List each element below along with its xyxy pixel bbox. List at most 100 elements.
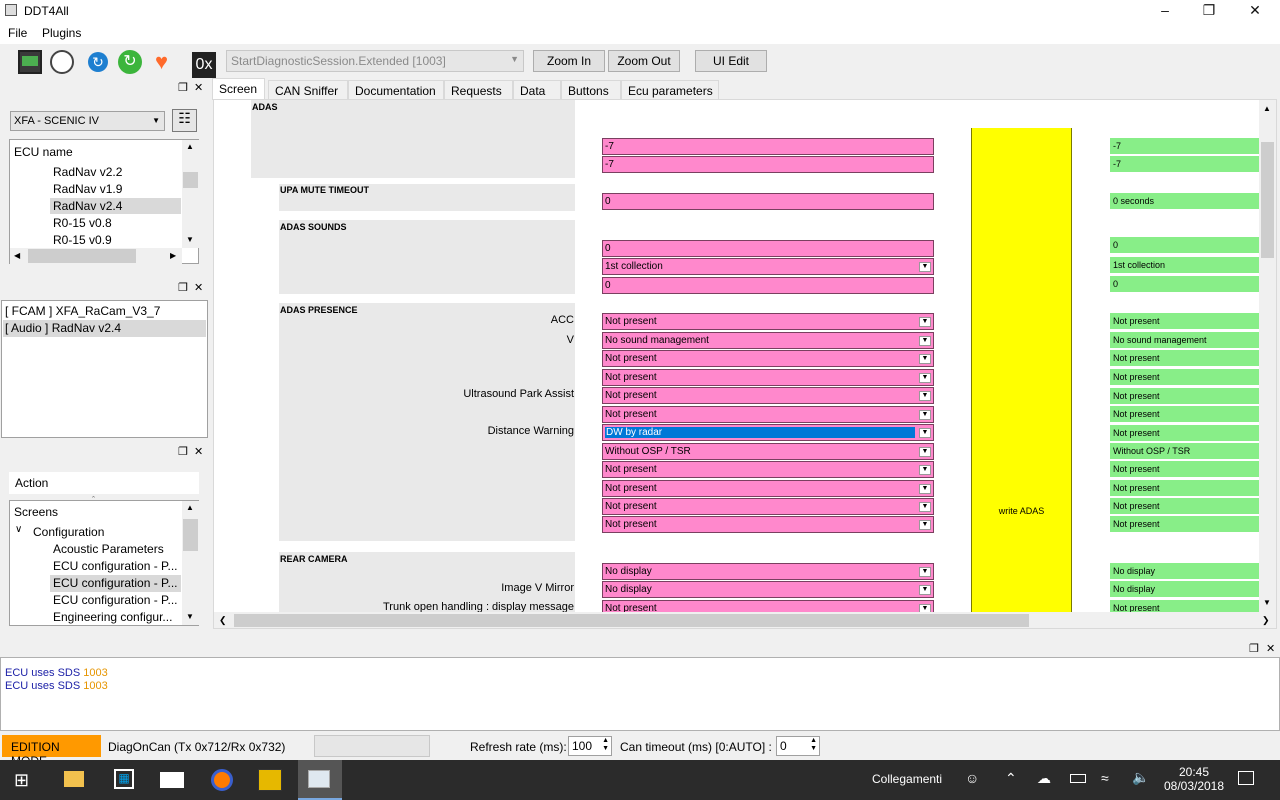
presence-select[interactable]: Not present ▼ — [602, 516, 934, 533]
horizontal-scrollbar[interactable]: ❮ ❯ — [214, 612, 1276, 628]
value-input[interactable]: -7 — [602, 156, 934, 173]
close-icon[interactable]: ✕ — [194, 281, 203, 294]
loaded-ecu-list[interactable]: [ FCAM ] XFA_RaCam_V3_7 [ Audio ] RadNav… — [1, 300, 208, 438]
close-icon[interactable]: ✕ — [194, 81, 203, 94]
value-input[interactable]: -7 — [602, 138, 934, 155]
clock[interactable]: 20:45 08/03/2018 — [1162, 765, 1226, 793]
tree-item[interactable]: ECU configuration - P... — [53, 559, 178, 573]
presence-select[interactable]: Not present ▼ — [602, 406, 934, 423]
acc-select[interactable]: Not present ▼ — [602, 313, 934, 330]
expand-chevron-icon[interactable]: ∨ — [15, 524, 22, 535]
tree-item[interactable]: Engineering configur... — [53, 610, 172, 624]
sound-management-select[interactable]: No sound management ▼ — [602, 332, 934, 349]
zoom-in-button[interactable]: Zoom In — [533, 50, 605, 72]
maximize-button[interactable]: ❐ — [1199, 2, 1219, 19]
scan-search-button[interactable]: ☷ — [172, 109, 197, 132]
list-item-selected[interactable]: RadNav v2.4 — [50, 198, 181, 214]
tab-ecu-parameters[interactable]: Ecu parameters — [621, 80, 719, 100]
list-item[interactable]: RadNav v2.2 — [53, 165, 122, 179]
windows-start-icon[interactable]: ⊞ — [14, 771, 32, 789]
ultrasound-park-assist-select[interactable]: Not present ▼ — [602, 387, 934, 404]
refresh-icon[interactable]: ↻ — [88, 52, 108, 72]
heart-monitor-icon[interactable]: ♥ — [155, 50, 179, 74]
scroll-thumb[interactable] — [183, 172, 198, 188]
close-button[interactable]: ✕ — [1245, 2, 1265, 19]
monitor-icon[interactable] — [18, 50, 42, 74]
refresh-rate-spinbox[interactable]: 100 ▲ ▼ — [568, 736, 612, 756]
list-item[interactable]: [ FCAM ] XFA_RaCam_V3_7 — [5, 304, 160, 318]
osp-tsr-select[interactable]: Without OSP / TSR ▼ — [602, 443, 934, 460]
ddt4all-taskbar-item[interactable] — [298, 760, 342, 800]
spinner-arrows-icon[interactable]: ▲ ▼ — [810, 737, 817, 753]
write-adas-button[interactable]: write ADAS — [971, 128, 1072, 628]
spinner-arrows-icon[interactable]: ▲ ▼ — [602, 737, 609, 753]
screens-tree[interactable]: Screens ∨ Configuration Acoustic Paramet… — [9, 500, 199, 626]
sound-collection-select[interactable]: 1st collection ▼ — [602, 258, 934, 275]
scroll-right-icon[interactable]: ▶ — [170, 251, 176, 260]
horizontal-scrollbar[interactable]: ◀ ▶ — [10, 248, 182, 264]
tab-screen[interactable]: Screen — [212, 78, 265, 100]
list-item[interactable]: R0-15 v0.9 — [53, 233, 112, 247]
connect-icon[interactable]: ↻ — [118, 50, 142, 74]
scroll-up-icon[interactable]: ▲ — [1263, 104, 1271, 113]
image-mirror-select[interactable]: No display ▼ — [602, 581, 934, 598]
scroll-thumb[interactable] — [183, 519, 198, 551]
tree-item[interactable]: ECU configuration - P... — [53, 593, 178, 607]
vertical-scrollbar[interactable]: ▲ ▼ — [182, 140, 199, 248]
tree-item-selected[interactable]: ECU configuration - P... — [50, 575, 181, 592]
presence-select[interactable]: Not present ▼ — [602, 369, 934, 386]
hex-toggle-icon[interactable]: 0x — [192, 52, 216, 78]
can-timeout-spinbox[interactable]: 0 ▲ ▼ — [776, 736, 820, 756]
float-icon[interactable]: ❐ — [178, 445, 188, 458]
mail-icon[interactable] — [160, 772, 184, 788]
chevron-up-icon[interactable]: ⌃ — [1005, 770, 1017, 787]
distance-warning-select[interactable]: DW by radar ▼ — [602, 424, 934, 441]
minimize-button[interactable]: – — [1155, 2, 1175, 18]
firefox-icon[interactable] — [211, 769, 233, 791]
list-item[interactable]: RadNav v1.9 — [53, 182, 122, 196]
float-icon[interactable]: ❐ — [178, 281, 188, 294]
tab-can-sniffer[interactable]: CAN Sniffer — [268, 80, 348, 100]
people-icon[interactable]: ☺ — [965, 770, 979, 786]
float-icon[interactable]: ❐ — [1249, 642, 1259, 655]
diagnostic-session-select[interactable]: StartDiagnosticSession.Extended [1003] ▼ — [226, 50, 524, 72]
volume-icon[interactable]: 🔈 — [1132, 769, 1149, 786]
tab-requests[interactable]: Requests — [444, 80, 513, 100]
list-item[interactable]: R0-15 v0.8 — [53, 216, 112, 230]
value-input[interactable]: 0 — [602, 240, 934, 257]
tree-item-configuration[interactable]: Configuration — [33, 525, 104, 539]
float-icon[interactable]: ❐ — [178, 81, 188, 94]
menu-file[interactable]: File — [8, 26, 27, 40]
file-explorer-icon[interactable] — [64, 771, 84, 787]
presence-select[interactable]: Not present ▼ — [602, 350, 934, 367]
tree-item-screens[interactable]: Screens — [14, 505, 58, 519]
tree-item[interactable]: Acoustic Parameters — [53, 542, 164, 556]
scroll-thumb[interactable] — [234, 614, 1029, 627]
tab-data[interactable]: Data — [513, 80, 561, 100]
scroll-left-icon[interactable]: ◀ — [14, 251, 20, 260]
scroll-up-icon[interactable]: ▲ — [186, 142, 194, 151]
battery-icon[interactable] — [1070, 774, 1086, 783]
menu-plugins[interactable]: Plugins — [42, 26, 81, 40]
scroll-down-icon[interactable]: ▼ — [186, 612, 194, 621]
vertical-scrollbar[interactable]: ▲ ▼ — [182, 501, 199, 625]
camera-display-select[interactable]: No display ▼ — [602, 563, 934, 580]
scroll-down-icon[interactable]: ▼ — [1263, 598, 1271, 607]
presence-select[interactable]: Not present ▼ — [602, 461, 934, 478]
close-icon[interactable]: ✕ — [1266, 642, 1275, 655]
tab-buttons[interactable]: Buttons — [561, 80, 621, 100]
app-bosch-icon[interactable] — [258, 769, 282, 791]
value-input[interactable]: 0 — [602, 277, 934, 294]
list-item-selected[interactable]: [ Audio ] RadNav v2.4 — [3, 320, 206, 337]
vertical-scrollbar[interactable]: ▲ ▼ — [1259, 100, 1276, 612]
scroll-thumb[interactable] — [28, 249, 136, 263]
scroll-left-icon[interactable]: ❮ — [219, 615, 227, 626]
scroll-down-icon[interactable]: ▼ — [186, 235, 194, 244]
zoom-out-button[interactable]: Zoom Out — [608, 50, 680, 72]
scroll-right-icon[interactable]: ❯ — [1262, 615, 1270, 626]
upa-mute-timeout-input[interactable]: 0 — [602, 193, 934, 210]
notifications-icon[interactable] — [1238, 771, 1254, 785]
close-icon[interactable]: ✕ — [194, 445, 203, 458]
presence-select[interactable]: Not present ▼ — [602, 498, 934, 515]
scroll-thumb[interactable] — [1261, 142, 1274, 258]
